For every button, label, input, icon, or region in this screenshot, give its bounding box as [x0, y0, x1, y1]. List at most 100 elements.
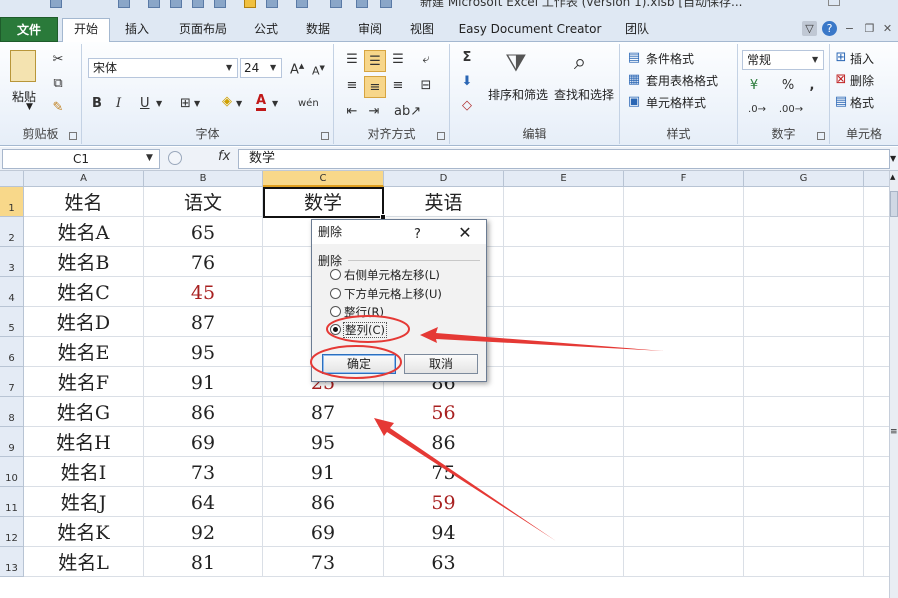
radio-selected-icon[interactable] — [330, 324, 341, 335]
cell[interactable]: 75 — [384, 457, 504, 487]
tab-easy-document-creator[interactable]: Easy Document Creator — [454, 19, 606, 41]
decrease-indent-icon[interactable]: ⇤ — [342, 104, 362, 120]
cut-icon[interactable]: ✂ — [48, 52, 68, 68]
row-header-9[interactable]: 9 — [0, 427, 24, 457]
cell[interactable] — [744, 517, 864, 547]
cell[interactable] — [504, 337, 624, 367]
cell[interactable] — [504, 397, 624, 427]
cell[interactable]: 姓名D — [24, 307, 144, 337]
format-painter-icon[interactable]: ✎ — [48, 100, 68, 116]
cell[interactable] — [504, 247, 624, 277]
delete-cells-icon[interactable]: ⊠ — [834, 72, 848, 88]
cell[interactable] — [744, 457, 864, 487]
cell[interactable] — [744, 427, 864, 457]
shrink-font-icon[interactable]: A▼ — [312, 60, 325, 80]
option-entire-row[interactable]: 整行(R) — [330, 304, 384, 321]
comma-icon[interactable]: , — [804, 78, 820, 94]
row-header-5[interactable]: 5 — [0, 307, 24, 337]
chevron-down-icon[interactable]: ▼ — [146, 153, 153, 163]
tab-review[interactable]: 审阅 — [348, 19, 392, 41]
option-shift-up[interactable]: 下方单元格上移(U) — [330, 286, 442, 303]
cell[interactable]: 59 — [384, 487, 504, 517]
close-window-icon[interactable] — [872, 0, 884, 6]
column-header-a[interactable]: A — [24, 171, 144, 187]
chevron-down-icon[interactable]: ▼ — [226, 60, 232, 76]
minimize-icon[interactable]: − — [842, 21, 857, 36]
option-shift-left[interactable]: 右侧单元格左移(L) — [330, 267, 440, 284]
cell[interactable] — [624, 307, 744, 337]
cell[interactable] — [624, 337, 744, 367]
cell[interactable] — [504, 457, 624, 487]
clear-icon[interactable]: ◇ — [458, 98, 476, 114]
cell[interactable] — [504, 487, 624, 517]
cell[interactable] — [624, 217, 744, 247]
conditional-format-button[interactable]: 条件格式 — [646, 50, 694, 67]
cell[interactable]: 91 — [144, 367, 263, 397]
align-center-icon[interactable]: ≡ — [364, 76, 386, 98]
cell[interactable]: 语文 — [144, 187, 263, 217]
cell[interactable] — [624, 517, 744, 547]
cell[interactable] — [624, 367, 744, 397]
quick-access-icon[interactable] — [148, 0, 160, 8]
tab-page-layout[interactable]: 页面布局 — [166, 19, 240, 41]
cell[interactable]: 姓名B — [24, 247, 144, 277]
phonetic-icon[interactable]: wén — [298, 96, 319, 112]
paste-icon[interactable] — [10, 50, 36, 82]
sort-filter-button[interactable]: 排序和筛选 — [488, 86, 548, 103]
cell[interactable] — [624, 457, 744, 487]
cell[interactable]: 86 — [263, 487, 384, 517]
column-header-b[interactable]: B — [144, 171, 263, 187]
cell[interactable]: 86 — [144, 397, 263, 427]
quick-access-icon[interactable] — [266, 0, 278, 8]
cell[interactable] — [624, 277, 744, 307]
tab-data[interactable]: 数据 — [296, 19, 340, 41]
formula-cancel-icon[interactable] — [168, 151, 182, 165]
cell[interactable]: 91 — [263, 457, 384, 487]
scroll-up-icon[interactable]: ▲ — [890, 173, 895, 181]
wrap-text-icon[interactable]: ⤶ — [416, 52, 436, 68]
row-header-3[interactable]: 3 — [0, 247, 24, 277]
column-header-d[interactable]: D — [384, 171, 504, 187]
cell[interactable]: 64 — [144, 487, 263, 517]
cell[interactable] — [624, 187, 744, 217]
chevron-down-icon[interactable]: ▼ — [270, 60, 276, 76]
cell[interactable]: 姓名C — [24, 277, 144, 307]
align-bottom-icon[interactable]: ☰ — [388, 52, 408, 68]
cell[interactable]: 69 — [263, 517, 384, 547]
quick-access-icon[interactable] — [296, 0, 308, 8]
border-icon[interactable]: ⊞ — [180, 96, 191, 112]
cell[interactable]: 姓名G — [24, 397, 144, 427]
quick-access-icon[interactable] — [170, 0, 182, 8]
underline-icon[interactable]: U — [140, 96, 150, 112]
cell[interactable]: 56 — [384, 397, 504, 427]
quick-access-icon[interactable] — [330, 0, 342, 8]
row-header-8[interactable]: 8 — [0, 397, 24, 427]
cell[interactable]: 73 — [144, 457, 263, 487]
orientation-icon[interactable]: ab↗ — [394, 104, 421, 120]
currency-icon[interactable]: ¥ — [744, 78, 764, 94]
cell[interactable] — [624, 397, 744, 427]
cell[interactable] — [744, 367, 864, 397]
ok-button[interactable]: 确定 — [322, 354, 396, 374]
cell[interactable]: 英语 — [384, 187, 504, 217]
cell[interactable]: 姓名E — [24, 337, 144, 367]
cell[interactable]: 姓名K — [24, 517, 144, 547]
split-box-icon[interactable]: ≡ — [890, 427, 898, 437]
percent-icon[interactable]: % — [778, 78, 798, 94]
cell[interactable] — [504, 307, 624, 337]
cell[interactable]: 姓名 — [24, 187, 144, 217]
increase-indent-icon[interactable]: ⇥ — [364, 104, 384, 120]
find-select-button[interactable]: 查找和选择 — [554, 86, 614, 103]
autosum-icon[interactable]: Σ — [458, 50, 476, 66]
column-header-c[interactable]: C — [263, 171, 384, 187]
radio-icon[interactable] — [330, 306, 341, 317]
row-header-1[interactable]: 1 — [0, 187, 24, 217]
formula-input[interactable]: 数学 — [238, 149, 890, 169]
cell-style-icon[interactable]: ▣ — [626, 94, 642, 110]
collapse-ribbon-icon[interactable]: ▽ — [802, 21, 817, 36]
cancel-button[interactable]: 取消 — [404, 354, 478, 374]
row-header-2[interactable]: 2 — [0, 217, 24, 247]
restore-icon[interactable]: ❐ — [862, 21, 877, 36]
tab-file[interactable]: 文件 — [0, 17, 58, 42]
insert-function-icon[interactable]: fx — [218, 149, 230, 164]
